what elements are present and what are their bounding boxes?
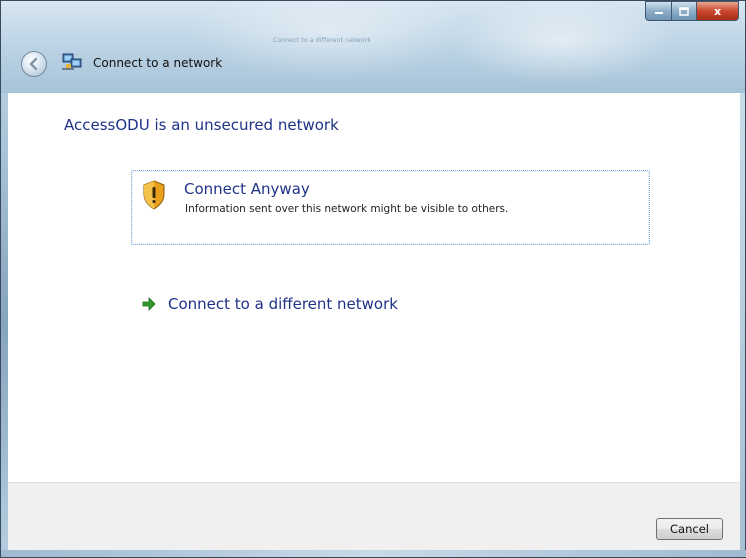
connect-different-network-label: Connect to a different network: [168, 295, 398, 313]
minimize-icon: [654, 12, 663, 14]
dialog-footer: Cancel: [8, 482, 740, 553]
window-frame-bottom: [1, 550, 746, 557]
title-bar[interactable]: Connect to a different network Connect t…: [1, 1, 745, 93]
connect-anyway-option[interactable]: Connect Anyway Information sent over thi…: [131, 170, 650, 245]
connect-different-network-link[interactable]: Connect to a different network: [142, 295, 398, 313]
dialog-content: AccessODU is an unsecured network Connec…: [8, 93, 740, 482]
shield-warning-icon: [143, 180, 165, 210]
back-arrow-icon: [29, 57, 38, 71]
network-icon: [62, 53, 82, 70]
maximize-icon: [679, 6, 689, 16]
close-icon: x: [713, 4, 722, 18]
back-button[interactable]: [21, 51, 47, 77]
page-heading: AccessODU is an unsecured network: [64, 116, 339, 134]
minimize-button[interactable]: [645, 1, 671, 21]
green-arrow-icon: [142, 297, 156, 311]
window-title: Connect to a network: [93, 56, 223, 70]
window-controls: x: [645, 1, 739, 21]
connect-anyway-title: Connect Anyway: [184, 180, 310, 198]
connect-anyway-description: Information sent over this network might…: [185, 203, 509, 215]
ghost-title-text: Connect to a different network: [273, 37, 372, 44]
cancel-button[interactable]: Cancel: [656, 518, 723, 540]
maximize-button[interactable]: [671, 1, 696, 21]
dialog-window: Connect to a different network Connect t…: [0, 0, 746, 558]
close-button[interactable]: x: [696, 1, 739, 21]
window-frame-left: [1, 93, 8, 552]
